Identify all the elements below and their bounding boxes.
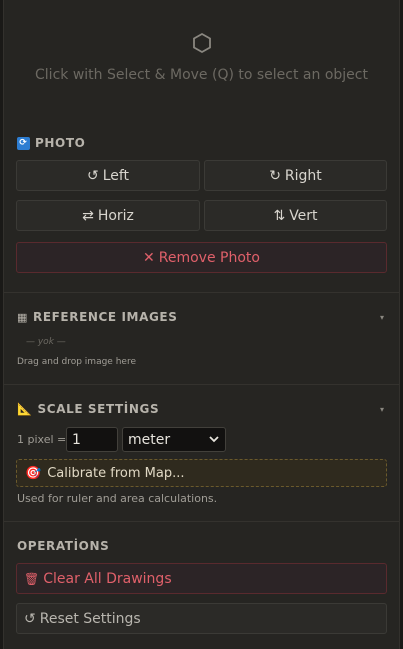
reset-icon: ↺: [24, 610, 36, 627]
divider: [4, 384, 399, 385]
image-icon: ▦: [17, 310, 28, 324]
empty-selection: Click with Select & Move (Q) to select a…: [4, 0, 399, 122]
rotate-right-icon: ↻: [269, 167, 281, 184]
scale-settings-toggle[interactable]: 📐 SCALE SETTİNGS: [17, 402, 159, 416]
remove-photo-button[interactable]: ✕ Remove Photo: [16, 242, 387, 273]
scale-value-input[interactable]: 1: [66, 427, 118, 452]
chevron-down-icon[interactable]: ▾: [380, 313, 384, 322]
empty-selection-hint: Click with Select & Move (Q) to select a…: [35, 67, 368, 83]
photo-section-title: ⟳ PHOTO: [17, 136, 85, 150]
chevron-down-icon[interactable]: ▾: [380, 405, 384, 414]
clear-drawings-button[interactable]: 🗑 Clear All Drawings: [16, 563, 387, 594]
trash-icon: 🗑: [24, 571, 40, 586]
reset-settings-button[interactable]: ↺ Reset Settings: [16, 603, 387, 634]
drop-zone-hint[interactable]: Drag and drop image here: [17, 357, 136, 367]
divider: [4, 292, 399, 293]
properties-panel: Click with Select & Move (Q) to select a…: [3, 0, 400, 649]
rotate-left-button[interactable]: ↺ Left: [16, 160, 200, 191]
rotate-right-button[interactable]: ↻ Right: [204, 160, 387, 191]
reference-images-toggle[interactable]: ▦ REFERENCE IMAGES: [17, 310, 177, 324]
target-icon: 🎯: [25, 465, 42, 481]
flip-vertical-icon: ⇅: [273, 207, 286, 224]
scale-settings-title: SCALE SETTİNGS: [37, 402, 160, 416]
calibrate-button[interactable]: 🎯 Calibrate from Map...: [16, 459, 387, 487]
photo-title: PHOTO: [35, 136, 86, 150]
unit-select[interactable]: meter: [122, 427, 226, 452]
close-icon: ✕: [143, 249, 155, 266]
chevron-down-icon: [209, 436, 219, 443]
scale-note: Used for ruler and area calculations.: [17, 492, 218, 505]
pixel-label: 1 pixel =: [17, 433, 67, 446]
flip-vertical-button[interactable]: ⇅ Vert: [204, 200, 387, 231]
ruler-icon: 📐: [17, 402, 33, 416]
reference-images-title: REFERENCE IMAGES: [33, 310, 178, 324]
divider: [4, 521, 399, 522]
photo-icon: ⟳: [17, 136, 30, 150]
flip-horizontal-button[interactable]: ⇄ Horiz: [16, 200, 200, 231]
rotate-left-icon: ↺: [86, 167, 99, 184]
hexagon-icon: [192, 32, 211, 54]
reference-images-empty: — yok —: [26, 337, 66, 347]
flip-horizontal-icon: ⇄: [82, 207, 94, 224]
operations-title: OPERATİONS: [17, 539, 110, 553]
